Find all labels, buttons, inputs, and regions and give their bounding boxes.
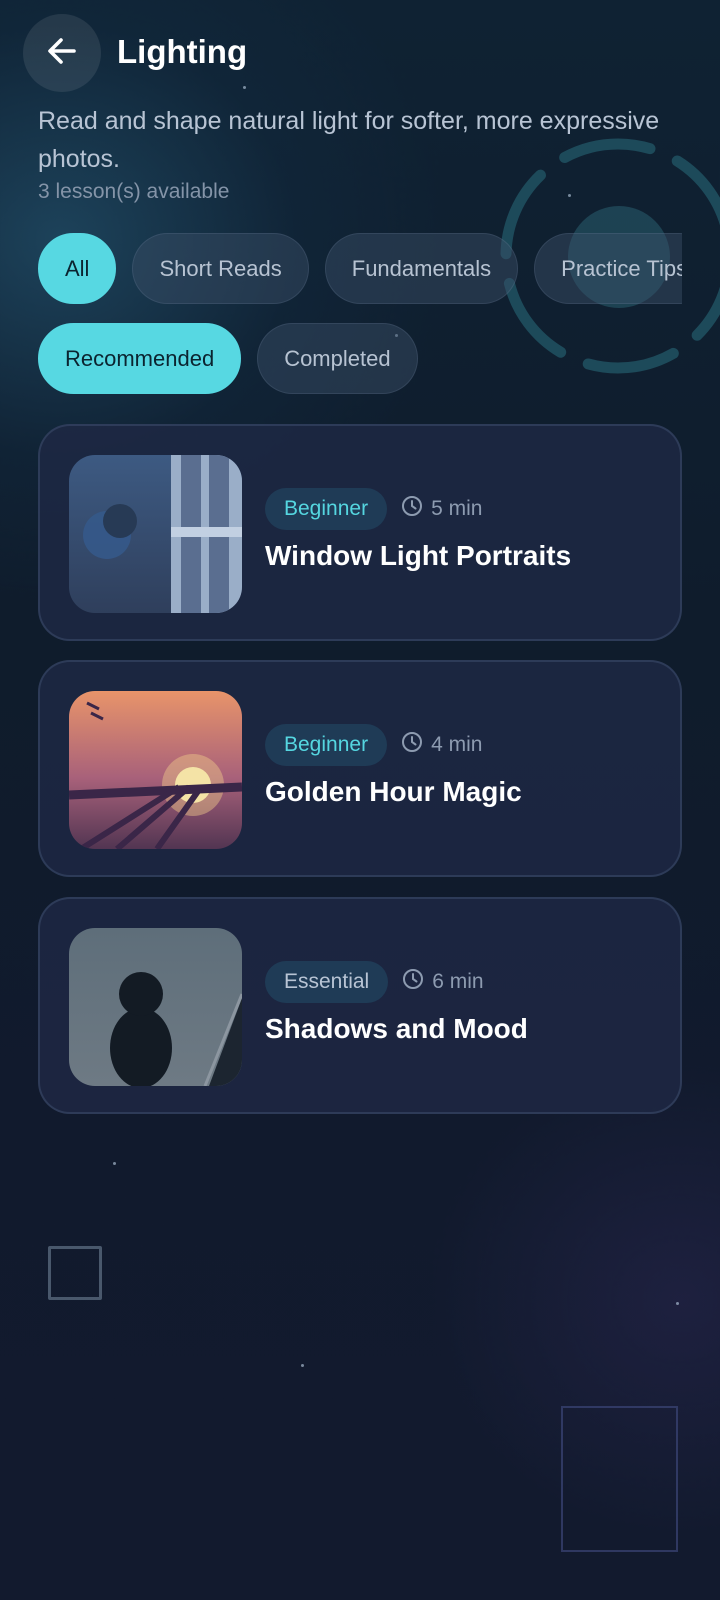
filter-chip-completed[interactable]: Completed	[257, 323, 418, 394]
lesson-count: 3 lesson(s) available	[38, 180, 230, 203]
filter-chip-short-reads[interactable]: Short Reads	[132, 233, 309, 304]
decorative-star	[113, 1162, 116, 1165]
lesson-title: Window Light Portraits	[265, 540, 572, 571]
clock-icon	[401, 731, 423, 759]
duration-text: 5 min	[431, 497, 483, 520]
lesson-duration: 5 min	[401, 495, 482, 523]
decorative-star	[301, 1364, 304, 1367]
decorative-square	[48, 1246, 102, 1300]
decorative-star	[243, 86, 246, 89]
decorative-star	[568, 194, 571, 197]
category-filter-row: All Short Reads Fundamentals Practice Ti…	[38, 233, 682, 305]
duration-text: 4 min	[431, 733, 483, 756]
filter-chip-all[interactable]: All	[38, 233, 117, 304]
clock-icon	[402, 968, 424, 996]
arrow-left-icon	[44, 33, 80, 73]
duration-text: 6 min	[432, 970, 484, 993]
clock-icon	[401, 495, 423, 523]
page-title: Lighting	[117, 33, 248, 70]
filter-chip-recommended[interactable]: Recommended	[38, 323, 242, 394]
lesson-card[interactable]: Essential 6 min Shadows and Mood	[38, 897, 682, 1114]
shadow-figure-thumbnail	[69, 928, 242, 1086]
decorative-rectangle	[561, 1406, 678, 1552]
status-filter-row: Recommended Completed	[38, 323, 682, 395]
filter-chip-practice-tips[interactable]: Practice Tips	[534, 233, 682, 304]
back-button[interactable]	[23, 14, 101, 92]
filter-chip-fundamentals[interactable]: Fundamentals	[324, 233, 519, 304]
decorative-star	[676, 1302, 679, 1305]
page-subtitle: Read and shape natural light for softer,…	[38, 107, 660, 173]
difficulty-badge: Essential	[265, 961, 389, 1003]
lesson-duration: 4 min	[401, 731, 482, 759]
lesson-title: Golden Hour Magic	[265, 776, 522, 807]
window-light-thumbnail	[69, 455, 242, 613]
lesson-card[interactable]: Beginner 5 min Window Light Portraits	[38, 424, 682, 641]
lesson-card[interactable]: Beginner 4 min Golden Hour Magic	[38, 660, 682, 877]
golden-hour-thumbnail	[69, 691, 242, 849]
lesson-title: Shadows and Mood	[265, 1013, 528, 1044]
difficulty-badge: Beginner	[265, 488, 388, 530]
difficulty-badge: Beginner	[265, 724, 388, 766]
lesson-duration: 6 min	[402, 968, 484, 996]
